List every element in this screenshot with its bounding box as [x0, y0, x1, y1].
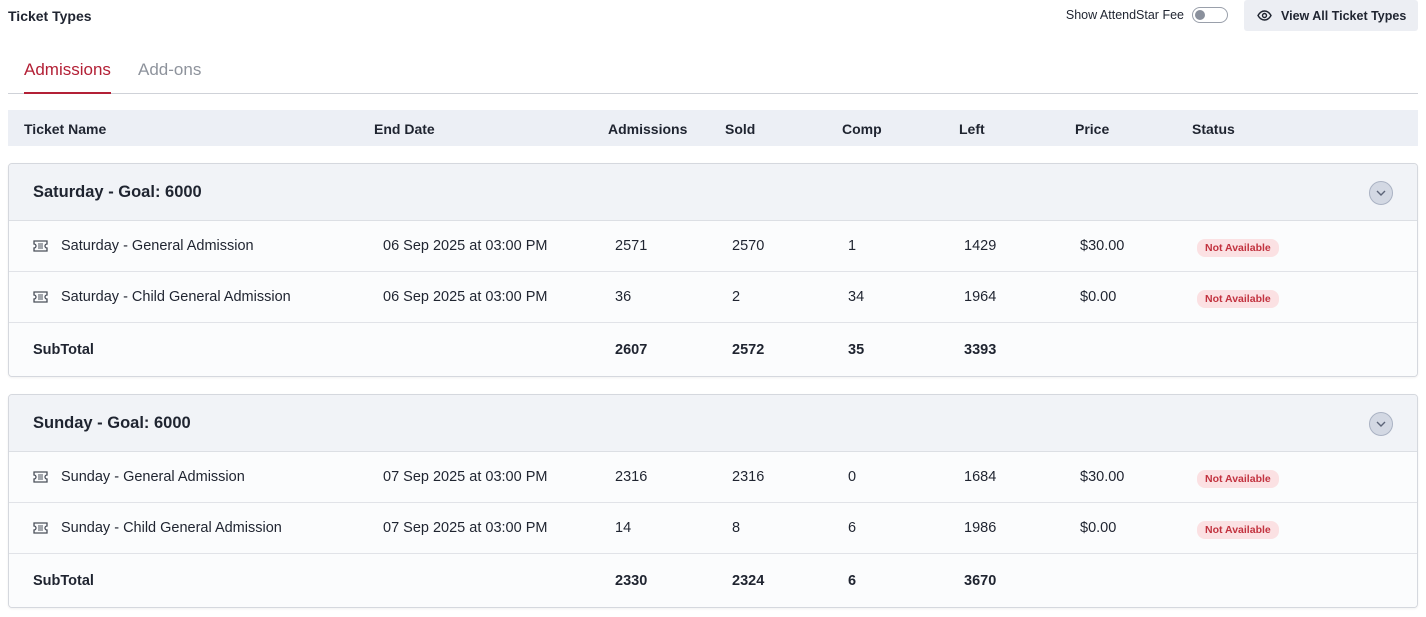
- subtotal-row: SubTotal 2607 2572 35 3393: [9, 323, 1417, 376]
- chevron-down-icon: [1376, 190, 1386, 196]
- admissions-value: 2571: [615, 238, 648, 254]
- subtotal-left: 3393: [964, 342, 997, 358]
- sold-value: 8: [732, 520, 741, 536]
- ticket-name: Sunday - Child General Admission: [61, 520, 282, 536]
- toggle-knob: [1195, 10, 1205, 20]
- ticket-icon: [33, 522, 48, 534]
- admissions-value: 36: [615, 289, 632, 305]
- ticket-icon: [33, 471, 48, 483]
- price-value: $30.00: [1080, 469, 1125, 485]
- table-row[interactable]: Sunday - Child General Admission 07 Sep …: [9, 503, 1417, 554]
- subtotal-left: 3670: [964, 573, 997, 589]
- sold-value: 2: [732, 289, 741, 305]
- tab-admissions[interactable]: Admissions: [24, 60, 111, 94]
- sold-value: 2570: [732, 238, 765, 254]
- table-header: Ticket Name End Date Admissions Sold Com…: [8, 110, 1418, 146]
- end-date: 06 Sep 2025 at 03:00 PM: [383, 289, 548, 305]
- ticket-group-sunday: Sunday - Goal: 6000 Sunday - General Adm…: [8, 394, 1418, 608]
- col-sold: Sold: [725, 121, 756, 137]
- subtotal-label: SubTotal: [33, 573, 94, 589]
- price-value: $0.00: [1080, 520, 1117, 536]
- table-row[interactable]: Saturday - Child General Admission 06 Se…: [9, 272, 1417, 323]
- comp-value: 6: [848, 520, 857, 536]
- group-header: Sunday - Goal: 6000: [9, 395, 1417, 452]
- group-title: Saturday - Goal: 6000: [33, 183, 202, 201]
- status-badge: Not Available: [1197, 521, 1279, 539]
- subtotal-comp: 6: [848, 573, 857, 589]
- subtotal-sold: 2572: [732, 342, 765, 358]
- admissions-value: 2316: [615, 469, 648, 485]
- comp-value: 34: [848, 289, 865, 305]
- comp-value: 1: [848, 238, 857, 254]
- collapse-button[interactable]: [1369, 181, 1393, 205]
- fee-toggle-group: Show AttendStar Fee: [1066, 7, 1228, 23]
- left-value: 1684: [964, 469, 997, 485]
- end-date: 06 Sep 2025 at 03:00 PM: [383, 238, 548, 254]
- page-title: Ticket Types: [8, 8, 92, 24]
- end-date: 07 Sep 2025 at 03:00 PM: [383, 469, 548, 485]
- ticket-name: Saturday - Child General Admission: [61, 289, 291, 305]
- collapse-button[interactable]: [1369, 412, 1393, 436]
- chevron-down-icon: [1376, 421, 1386, 427]
- price-value: $30.00: [1080, 238, 1125, 254]
- sold-value: 2316: [732, 469, 765, 485]
- subtotal-admissions: 2330: [615, 573, 648, 589]
- left-value: 1964: [964, 289, 997, 305]
- eye-icon: [1257, 10, 1272, 21]
- admissions-value: 14: [615, 520, 632, 536]
- fee-toggle-label: Show AttendStar Fee: [1065, 8, 1184, 22]
- left-value: 1986: [964, 520, 997, 536]
- end-date: 07 Sep 2025 at 03:00 PM: [383, 520, 548, 536]
- ticket-tabs: Admissions Add-ons: [8, 52, 1418, 94]
- tab-add-ons[interactable]: Add-ons: [138, 60, 201, 92]
- subtotal-label: SubTotal: [33, 342, 94, 358]
- ticket-name: Sunday - General Admission: [61, 469, 245, 485]
- col-status: Status: [1192, 121, 1235, 137]
- ticket-icon: [33, 240, 48, 252]
- col-comp: Comp: [842, 121, 882, 137]
- subtotal-admissions: 2607: [615, 342, 648, 358]
- view-all-label: View All Ticket Types: [1281, 8, 1407, 23]
- subtotal-sold: 2324: [732, 573, 765, 589]
- status-badge: Not Available: [1197, 470, 1279, 488]
- fee-toggle[interactable]: [1192, 7, 1228, 23]
- ticket-name: Saturday - General Admission: [61, 238, 254, 254]
- ticket-group-saturday: Saturday - Goal: 6000 Saturday - General…: [8, 163, 1418, 377]
- status-badge: Not Available: [1197, 290, 1279, 308]
- group-title: Sunday - Goal: 6000: [33, 414, 191, 432]
- table-row[interactable]: Saturday - General Admission 06 Sep 2025…: [9, 221, 1417, 272]
- price-value: $0.00: [1080, 289, 1117, 305]
- table-row[interactable]: Sunday - General Admission 07 Sep 2025 a…: [9, 452, 1417, 503]
- group-header: Saturday - Goal: 6000: [9, 164, 1417, 221]
- status-badge: Not Available: [1197, 239, 1279, 257]
- col-admissions: Admissions: [608, 121, 688, 137]
- subtotal-row: SubTotal 2330 2324 6 3670: [9, 554, 1417, 607]
- col-left: Left: [959, 121, 985, 137]
- col-price: Price: [1075, 121, 1110, 137]
- comp-value: 0: [848, 469, 857, 485]
- col-ticket-name: Ticket Name: [24, 121, 107, 137]
- left-value: 1429: [964, 238, 997, 254]
- subtotal-comp: 35: [848, 342, 865, 358]
- ticket-icon: [33, 291, 48, 303]
- col-end-date: End Date: [374, 121, 435, 137]
- view-all-ticket-types-button[interactable]: View All Ticket Types: [1244, 0, 1418, 31]
